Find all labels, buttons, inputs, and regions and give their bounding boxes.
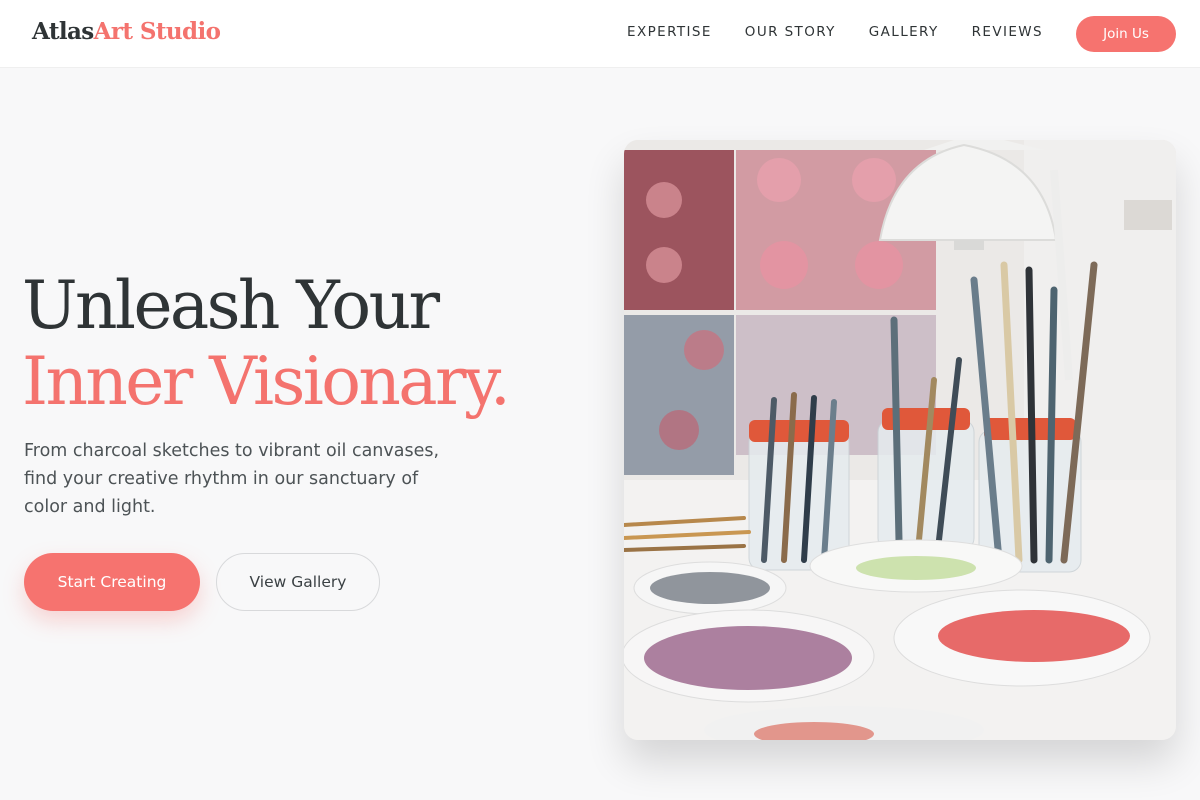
hero-image <box>624 140 1176 740</box>
nav-item-gallery[interactable]: GALLERY <box>869 24 939 40</box>
nav-item-expertise[interactable]: EXPERTISE <box>627 24 712 40</box>
join-us-button[interactable]: Join Us <box>1076 16 1176 52</box>
nav-item-our-story[interactable]: OUR STORY <box>745 24 836 40</box>
view-gallery-button[interactable]: View Gallery <box>216 553 380 611</box>
hero-headline-line1: Unleash Your <box>22 267 440 344</box>
studio-photo-illustration <box>624 140 1176 740</box>
start-creating-button[interactable]: Start Creating <box>24 553 200 611</box>
hero-subtext: From charcoal sketches to vibrant oil ca… <box>24 441 440 517</box>
main-nav: EXPERTISE OUR STORY GALLERY REVIEWS <box>627 24 1043 40</box>
hero-headline: Unleash Your Inner Visionary. <box>22 267 511 420</box>
brand-logo[interactable]: AtlasArt Studio <box>32 18 221 45</box>
nav-item-reviews[interactable]: REVIEWS <box>972 24 1043 40</box>
brand-name-accent: Art Studio <box>93 18 221 45</box>
brand-name-primary: Atlas <box>32 18 94 45</box>
site-header: AtlasArt Studio EXPERTISE OUR STORY GALL… <box>0 0 1200 68</box>
hero-headline-line2: Inner Visionary. <box>22 343 511 420</box>
